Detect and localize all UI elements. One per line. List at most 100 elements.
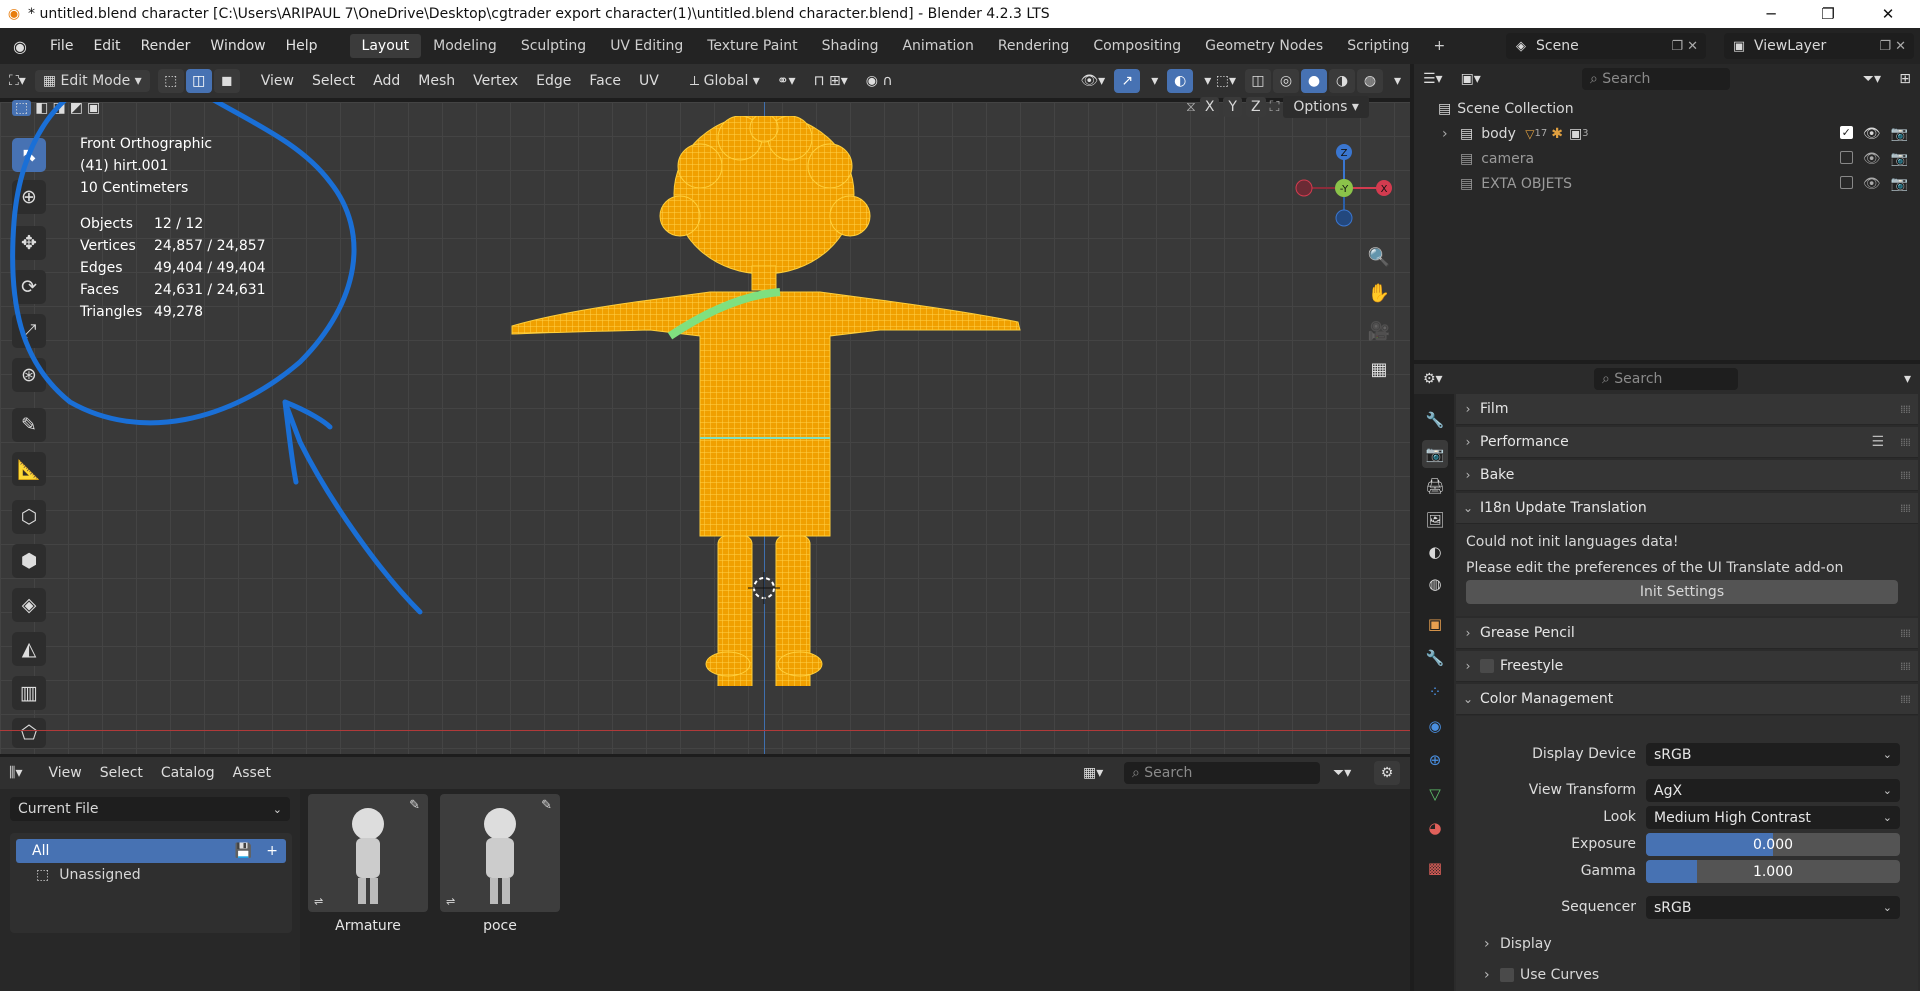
eye-icon[interactable]: 👁 [1863,151,1881,167]
data-tab-icon[interactable]: ▽ [1422,780,1448,808]
display-mode-icon[interactable]: ▣▾ [1452,68,1490,90]
include-checkbox[interactable] [1839,175,1853,189]
render-tab-icon[interactable]: 📷 [1422,440,1448,468]
properties-search[interactable]: ⌕ Search [1594,368,1738,390]
asset-editor-icon[interactable]: ⫼▾ [0,762,31,784]
asset-menu-asset[interactable]: Asset [224,762,280,784]
asset-menu-catalog[interactable]: Catalog [152,762,224,784]
section-grease-pencil[interactable]: › Grease Pencil ⁞⁞⁞⁞ [1456,618,1918,649]
mirror-x-button[interactable]: X [1199,97,1220,117]
editor-type-icon[interactable]: ⛶▾ [0,70,35,92]
menu-face[interactable]: Face [580,70,630,92]
filter-icon[interactable]: ⏷▾ [1854,68,1890,90]
menu-add[interactable]: Add [364,70,409,92]
gizmo-neg-z-axis[interactable] [1335,209,1353,227]
navigation-gizmo[interactable]: Z -Y X [1290,132,1410,232]
gamma-slider[interactable]: 1.000 [1646,860,1900,883]
options-dropdown[interactable]: Options ▾ [1283,96,1369,118]
physics-tab-icon[interactable]: ◉ [1422,712,1448,740]
expand-icon[interactable]: › [1442,126,1460,142]
asset-thumbnail-armature[interactable]: ✎ ⇌ [308,794,428,912]
drag-handle-icon[interactable]: ⁞⁞⁞⁞ [1900,693,1911,706]
list-icon[interactable]: ☰ [1871,434,1884,450]
exposure-slider[interactable]: 0.000 [1646,833,1900,856]
menu-vertex[interactable]: Vertex [464,70,527,92]
add-workspace-icon[interactable]: + [1421,34,1457,58]
drag-handle-icon[interactable]: ⁞⁞⁞⁞ [1900,436,1911,449]
eye-icon[interactable]: 👁 [1863,126,1881,142]
tab-texture-paint[interactable]: Texture Paint [695,34,809,58]
knife-tool[interactable]: ⬠ [12,718,46,748]
shading-dropdown-icon[interactable]: ▾ [1385,70,1410,92]
tab-layout[interactable]: Layout [349,34,422,58]
loop-cut-tool[interactable]: ▥ [12,676,46,710]
visibility-icon[interactable]: 👁▾ [1071,70,1114,92]
view-layer-selector[interactable]: ▣ ViewLayer ❐ ✕ [1724,33,1914,59]
asset-thumbnail-poce[interactable]: ✎ ⇌ [440,794,560,912]
catalog-item-all[interactable]: All 💾 + [16,839,286,863]
display-device-dropdown[interactable]: sRGB ⌄ [1646,743,1900,766]
menu-edge[interactable]: Edge [527,70,580,92]
asset-search[interactable]: ⌕ Search [1124,762,1320,784]
outliner-search[interactable]: ⌕ Search [1582,68,1730,90]
bevel-tool[interactable]: ◭ [12,632,46,666]
section-freestyle[interactable]: › Freestyle ⁞⁞⁞⁞ [1456,651,1918,682]
drag-handle-icon[interactable]: ⁞⁞⁞⁞ [1900,502,1911,515]
menu-help[interactable]: Help [276,38,328,54]
world-tab-icon[interactable]: ◍ [1422,570,1448,598]
properties-options-icon[interactable]: ▾ [1895,368,1920,390]
section-bake[interactable]: › Bake ⁞⁞⁞⁞ [1456,460,1918,491]
tab-shading[interactable]: Shading [810,34,891,58]
new-collection-icon[interactable]: ⊞ [1890,68,1920,90]
edit-asset-icon[interactable]: ✎ [409,798,420,813]
material-tab-icon[interactable]: ◕ [1422,814,1448,842]
close-button[interactable]: ✕ [1860,0,1916,28]
add-catalog-icon[interactable]: + [266,843,278,859]
view-layer-actions-icon[interactable]: ❐ ✕ [1879,39,1914,54]
menu-render[interactable]: Render [131,38,201,54]
view-transform-dropdown[interactable]: AgX ⌄ [1646,779,1900,802]
look-dropdown[interactable]: Medium High Contrast ⌄ [1646,806,1900,829]
tool-tab-icon[interactable]: 🔧 [1422,406,1448,434]
snap-icon[interactable]: ⊓ ⊞▾ [805,70,857,92]
freestyle-checkbox[interactable] [1480,659,1494,673]
orientation-selector[interactable]: ⟂ Global ▾ [682,70,768,92]
tab-compositing[interactable]: Compositing [1081,34,1193,58]
menu-mesh[interactable]: Mesh [409,70,464,92]
edit-asset-icon[interactable]: ✎ [541,798,552,813]
menu-edit[interactable]: Edit [83,38,130,54]
tab-geometry-nodes[interactable]: Geometry Nodes [1193,34,1335,58]
drag-handle-icon[interactable]: ⁞⁞⁞⁞ [1900,403,1911,416]
use-curves-checkbox[interactable] [1500,968,1514,982]
outliner-item-exta-objets[interactable]: ▤ EXTA OBJETS 👁 📷 [1414,171,1920,196]
mesh-overlay-icon[interactable]: ▾ ⬚▾ [1195,70,1245,92]
mode-selector[interactable]: ▦ Edit Mode ▾ [34,70,150,92]
edge-select-icon[interactable]: ◫ [185,69,212,93]
menu-view[interactable]: View [252,70,303,92]
constraints-tab-icon[interactable]: ⊕ [1422,746,1448,774]
tab-animation[interactable]: Animation [890,34,985,58]
subsection-use-curves[interactable]: › Use Curves [1484,967,1599,983]
section-film[interactable]: › Film ⁞⁞⁞⁞ [1456,394,1918,425]
menu-file[interactable]: File [40,38,83,54]
scene-actions-icon[interactable]: ❐ ✕ [1671,39,1706,54]
section-performance[interactable]: › Performance ☰ ⁞⁞⁞⁞ [1456,427,1918,458]
outliner-editor-icon[interactable]: ☰▾ [1414,68,1452,90]
output-tab-icon[interactable]: 🖨 [1422,472,1448,500]
gizmo-neg-x-axis[interactable] [1295,179,1313,197]
asset-filter-icon[interactable]: ⏷▾ [1324,762,1360,784]
particles-tab-icon[interactable]: ⁘ [1422,678,1448,706]
face-select-icon[interactable]: ◼ [213,69,240,93]
display-mode-grid-icon[interactable]: ▦▾ [1074,762,1112,784]
pivot-icon[interactable]: ⚭▾ [768,70,805,92]
scene-collection-row[interactable]: ▤ Scene Collection [1414,96,1920,121]
properties-editor-icon[interactable]: ⚙▾ [1414,368,1452,390]
vertex-select-icon[interactable]: ⬚ [157,69,184,93]
sequencer-dropdown[interactable]: sRGB ⌄ [1646,896,1900,919]
asset-settings-gear-icon[interactable]: ⚙ [1374,761,1400,785]
mirror-icon[interactable]: ⧖ [1186,99,1196,115]
solid-shading-icon[interactable]: ● [1300,69,1327,93]
menu-uv[interactable]: UV [630,70,668,92]
camera-render-icon[interactable]: 📷 [1891,151,1908,167]
wireframe-shading-icon[interactable]: ◎ [1272,69,1299,93]
